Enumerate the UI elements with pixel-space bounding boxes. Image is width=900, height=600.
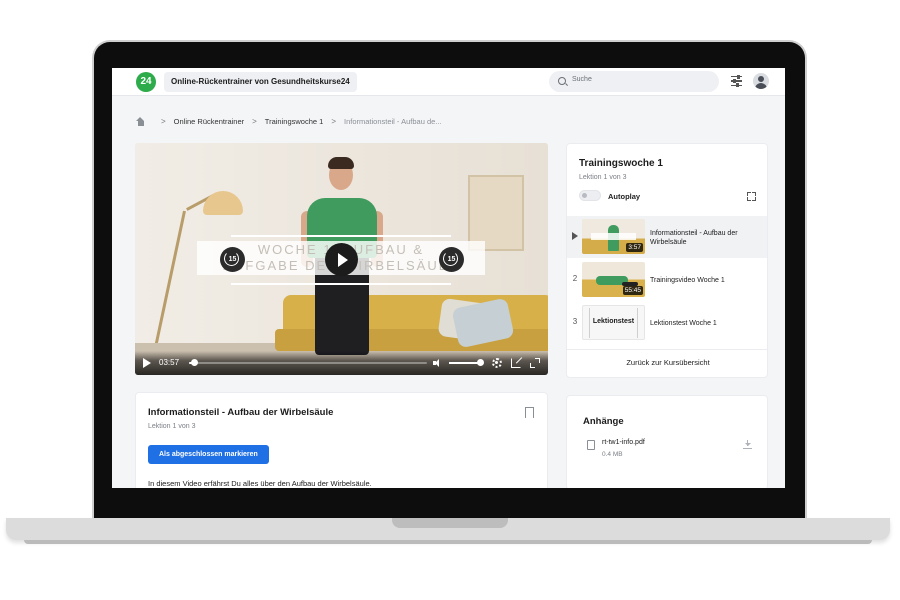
breadcrumb-item-course[interactable]: Online Rückentrainer bbox=[174, 117, 244, 126]
video-player[interactable]: WOCHE 1: AUFBAU & AUFGABE DER WIRBELSÄUL… bbox=[135, 143, 548, 375]
video-thumbnail: 3:57 bbox=[582, 219, 645, 254]
volume-handle[interactable] bbox=[476, 359, 484, 366]
playlist-panel: Trainingswoche 1 Lektion 1 von 3 Autopla… bbox=[566, 143, 768, 378]
skip-forward-15-button[interactable]: 15 bbox=[439, 247, 464, 272]
playlist-item-number: 2 bbox=[572, 274, 578, 283]
attachment-file-size: 0.4 MB bbox=[602, 451, 623, 458]
autoplay-label: Autoplay bbox=[608, 192, 641, 201]
breadcrumb-separator: > bbox=[161, 116, 166, 126]
filter-icon[interactable] bbox=[731, 74, 742, 88]
lesson-title: Informationsteil - Aufbau der Wirbelsäul… bbox=[148, 407, 334, 418]
search-icon bbox=[558, 77, 566, 85]
video-scene-trainer-hair bbox=[328, 157, 354, 169]
breadcrumb-item-week[interactable]: Trainingswoche 1 bbox=[265, 117, 324, 126]
playlist-item[interactable]: 3:57 Informationsteil - Aufbau der Wirbe… bbox=[567, 216, 767, 258]
skip-back-15-button[interactable]: 15 bbox=[220, 247, 245, 272]
lesson-description: In diesem Video erfährst Du alles über d… bbox=[148, 479, 372, 488]
breadcrumb-separator: > bbox=[331, 116, 336, 126]
laptop-screen: 24 Online-Rückentrainer von Gesundheitsk… bbox=[112, 68, 785, 488]
user-avatar[interactable] bbox=[753, 73, 769, 89]
attachments-card: Anhänge rt-tw1-info.pdf 0.4 MB bbox=[566, 395, 768, 488]
title-overlay-line bbox=[231, 283, 451, 285]
attachments-title: Anhänge bbox=[583, 416, 624, 427]
top-navigation: 24 Online-Rückentrainer von Gesundheitsk… bbox=[112, 68, 785, 96]
divider bbox=[567, 349, 767, 350]
progress-handle[interactable] bbox=[190, 359, 198, 366]
back-to-overview-link[interactable]: Zurück zur Kursübersicht bbox=[567, 358, 767, 367]
lesson-card: Informationsteil - Aufbau der Wirbelsäul… bbox=[135, 392, 548, 488]
mark-complete-button[interactable]: Als abgeschlossen markieren bbox=[148, 445, 269, 464]
playlist-item-title: Informationsteil - Aufbau der Wirbelsäul… bbox=[650, 230, 738, 246]
current-time: 03:57 bbox=[159, 358, 180, 367]
playlist-item-number: 3 bbox=[572, 317, 578, 326]
search-placeholder: Suche bbox=[572, 76, 592, 83]
playlist-item[interactable]: 3 Lektionstest Lektionstest Woche 1 bbox=[567, 302, 767, 344]
test-thumbnail: Lektionstest bbox=[582, 305, 645, 340]
breadcrumb-separator: > bbox=[252, 116, 257, 126]
playlist-title: Trainingswoche 1 bbox=[579, 158, 663, 169]
duration-badge: 3:57 bbox=[626, 243, 643, 252]
playlist-item-title: Lektionstest Woche 1 bbox=[650, 320, 717, 327]
title-overlay-line bbox=[231, 235, 451, 237]
expand-icon[interactable] bbox=[747, 192, 756, 201]
thumbnail-label: Lektionstest bbox=[592, 318, 635, 325]
playlist-item[interactable]: 2 55:45 Trainingsvideo Woche 1 bbox=[567, 259, 767, 301]
playlist-item-title: Trainingsvideo Woche 1 bbox=[650, 277, 725, 284]
fullscreen-icon[interactable] bbox=[530, 358, 540, 368]
logo[interactable]: 24 bbox=[136, 72, 156, 92]
laptop-shadow bbox=[24, 540, 872, 544]
video-controls: 03:57 bbox=[135, 351, 548, 375]
attachment-file-name[interactable]: rt-tw1-info.pdf bbox=[602, 439, 645, 446]
volume-fill bbox=[449, 362, 480, 364]
toggle-knob bbox=[582, 193, 587, 198]
volume-icon[interactable] bbox=[433, 358, 443, 368]
control-play-icon[interactable] bbox=[143, 358, 151, 368]
search-input[interactable]: Suche bbox=[549, 71, 719, 92]
play-button[interactable] bbox=[325, 243, 358, 276]
now-playing-icon bbox=[572, 232, 578, 240]
lesson-subtitle: Lektion 1 von 3 bbox=[148, 423, 196, 430]
duration-badge: 55:45 bbox=[622, 286, 643, 295]
bookmark-icon[interactable] bbox=[525, 407, 534, 422]
gear-icon[interactable] bbox=[492, 358, 502, 368]
progress-bar[interactable] bbox=[189, 359, 427, 366]
popout-icon[interactable] bbox=[511, 358, 521, 368]
autoplay-toggle[interactable] bbox=[579, 190, 601, 201]
home-icon[interactable] bbox=[136, 116, 145, 126]
laptop-notch bbox=[392, 518, 508, 528]
thumbnail-title-bar bbox=[591, 233, 636, 240]
video-thumbnail: 55:45 bbox=[582, 262, 645, 297]
playlist-subtitle: Lektion 1 von 3 bbox=[579, 174, 627, 181]
breadcrumb-item-current: Informationsteil - Aufbau de... bbox=[343, 116, 442, 126]
file-icon bbox=[587, 440, 595, 450]
download-icon[interactable] bbox=[743, 440, 752, 450]
brand-title[interactable]: Online-Rückentrainer von Gesundheitskurs… bbox=[164, 72, 357, 92]
breadcrumb: > Online Rückentrainer > Trainingswoche … bbox=[136, 115, 442, 127]
volume-slider[interactable] bbox=[449, 359, 484, 366]
video-scene-poster bbox=[468, 175, 524, 251]
